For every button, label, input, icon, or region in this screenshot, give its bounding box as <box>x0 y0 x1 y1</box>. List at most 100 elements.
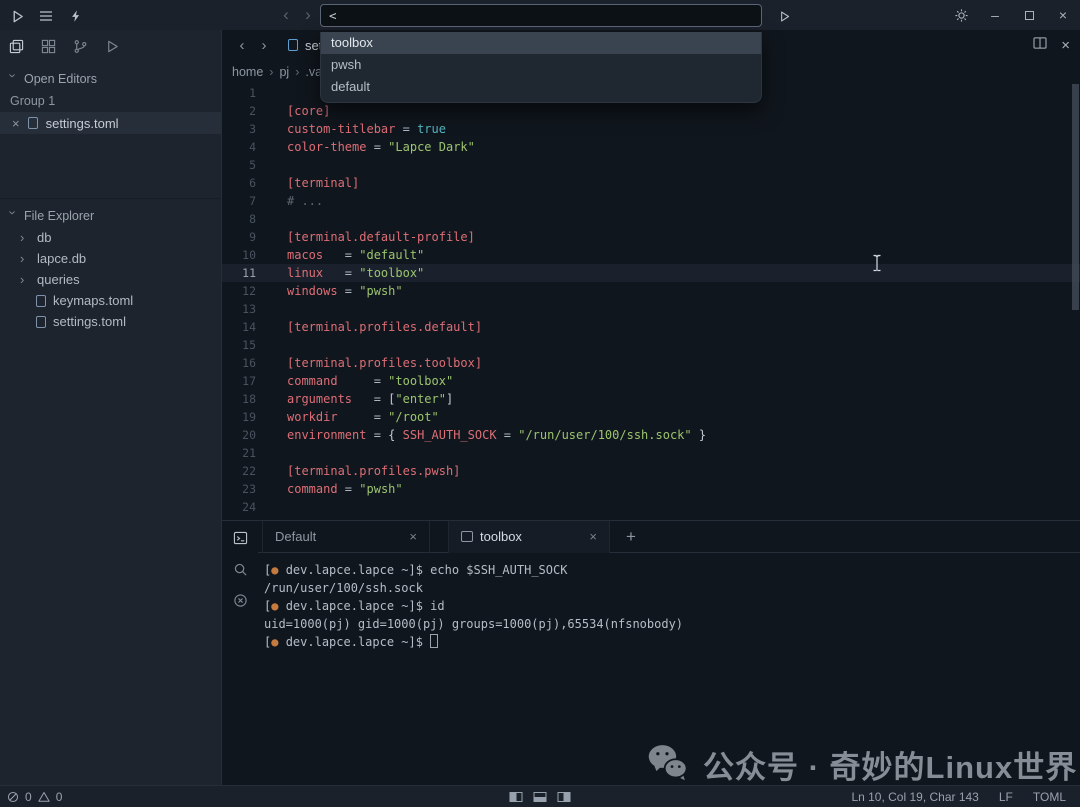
line-number: 1 <box>222 84 264 102</box>
code-line[interactable]: 15 <box>222 336 1080 354</box>
code-line[interactable]: 18arguments = ["enter"] <box>222 390 1080 408</box>
back-icon[interactable]: ‹ <box>234 35 250 57</box>
line-ending[interactable]: LF <box>999 790 1013 804</box>
terminal-panel-icon[interactable] <box>231 529 249 547</box>
close-icon[interactable]: × <box>12 116 20 131</box>
code-line-content: color-theme = "Lapce Dark" <box>264 138 475 156</box>
mouse-ibeam-cursor <box>872 254 882 277</box>
minimize-icon[interactable]: – <box>978 0 1012 30</box>
close-icon[interactable]: × <box>1046 0 1080 30</box>
terminal-line: [● dev.lapce.lapce ~]$ echo $SSH_AUTH_SO… <box>264 561 1080 579</box>
search-icon[interactable] <box>231 560 249 578</box>
palette-item[interactable]: pwsh <box>321 54 761 76</box>
code-line-content: arguments = ["enter"] <box>264 390 453 408</box>
code-line[interactable]: 3custom-titlebar = true <box>222 120 1080 138</box>
split-editor-icon[interactable] <box>1033 36 1047 54</box>
breadcrumb-item[interactable]: pj <box>279 65 289 79</box>
code-line[interactable]: 6[terminal] <box>222 174 1080 192</box>
code-line[interactable]: 20environment = { SSH_AUTH_SOCK = "/run/… <box>222 426 1080 444</box>
close-icon[interactable]: × <box>409 529 417 544</box>
line-number: 7 <box>222 192 264 210</box>
line-number: 8 <box>222 210 264 228</box>
settings-gear-icon[interactable] <box>944 0 978 30</box>
file-explorer-item[interactable]: settings.toml <box>0 311 221 332</box>
files-icon[interactable] <box>0 30 32 62</box>
code-line-content: macos = "default" <box>264 246 424 264</box>
code-line[interactable]: 14[terminal.profiles.default] <box>222 318 1080 336</box>
source-control-icon[interactable] <box>64 30 96 62</box>
command-palette-input[interactable] <box>320 4 762 27</box>
breadcrumb-item[interactable]: home <box>232 65 263 79</box>
debug-icon[interactable] <box>96 30 128 62</box>
code-line[interactable]: 21 <box>222 444 1080 462</box>
file-explorer-item[interactable]: ›lapce.db <box>0 248 221 269</box>
code-line[interactable]: 19workdir = "/root" <box>222 408 1080 426</box>
line-number: 17 <box>222 372 264 390</box>
close-icon[interactable]: × <box>589 529 597 544</box>
code-line[interactable]: 8 <box>222 210 1080 228</box>
terminal-line: /run/user/100/ssh.sock <box>264 579 1080 597</box>
scrollbar[interactable] <box>1072 84 1079 310</box>
watermark-text: 公众号 · 奇妙的Linux世界 <box>703 742 1077 787</box>
file-explorer-title: File Explorer <box>24 209 94 223</box>
code-line[interactable]: 10macos = "default" <box>222 246 1080 264</box>
code-line[interactable]: 23command = "pwsh" <box>222 480 1080 498</box>
open-editor-item-settings-toml[interactable]: × settings.toml <box>0 112 221 134</box>
terminal-tab-default[interactable]: Default × <box>262 521 430 553</box>
chevron-right-icon: › <box>20 230 30 245</box>
file-explorer-item[interactable]: keymaps.toml <box>0 290 221 311</box>
problems-icon[interactable] <box>231 591 249 609</box>
code-line[interactable]: 11linux = "toolbox" <box>222 264 1080 282</box>
toggle-left-panel-icon[interactable] <box>510 792 523 802</box>
terminal-tab-toolbox[interactable]: toolbox × <box>448 521 610 553</box>
toggle-right-panel-icon[interactable] <box>558 792 571 802</box>
palette-item[interactable]: toolbox <box>321 32 761 54</box>
chevron-right-icon: › <box>20 272 30 287</box>
new-terminal-icon[interactable]: + <box>626 528 636 545</box>
file-name: settings.toml <box>53 314 126 329</box>
forward-icon[interactable]: › <box>256 35 272 57</box>
code-line[interactable]: 13 <box>222 300 1080 318</box>
code-line[interactable]: 17command = "toolbox" <box>222 372 1080 390</box>
file-explorer-item[interactable]: › queries <box>0 269 221 290</box>
problems-summary[interactable]: 0 0 <box>0 790 62 804</box>
line-number: 10 <box>222 246 264 264</box>
file-explorer-item[interactable]: ›db <box>0 227 221 248</box>
code-line[interactable]: 9[terminal.default-profile] <box>222 228 1080 246</box>
file-name: queries <box>37 272 80 287</box>
terminal-tab-label: toolbox <box>480 529 589 544</box>
line-number: 5 <box>222 156 264 174</box>
palette-item[interactable]: default <box>321 76 761 98</box>
forward-icon[interactable]: › <box>300 4 316 26</box>
code-line[interactable]: 2[core] <box>222 102 1080 120</box>
code-line[interactable]: 5 <box>222 156 1080 174</box>
close-icon[interactable]: × <box>1061 37 1070 54</box>
terminal-tab-label: Default <box>275 529 409 544</box>
code-line-content: [terminal] <box>264 174 359 192</box>
run-icon[interactable] <box>775 7 793 25</box>
back-icon[interactable]: ‹ <box>278 4 294 26</box>
language-mode[interactable]: TOML <box>1033 790 1066 804</box>
file-icon <box>36 295 46 307</box>
code-line[interactable]: 22[terminal.profiles.pwsh] <box>222 462 1080 480</box>
extensions-icon[interactable] <box>32 30 64 62</box>
code-line[interactable]: 16[terminal.profiles.toolbox] <box>222 354 1080 372</box>
watermark: 公众号 · 奇妙的Linux世界 <box>645 738 1077 790</box>
code-editor[interactable]: 12[core]3custom-titlebar = true4color-th… <box>222 84 1080 520</box>
toggle-bottom-panel-icon[interactable] <box>534 792 547 802</box>
maximize-icon[interactable] <box>1012 0 1046 30</box>
menu-icon[interactable] <box>37 7 55 25</box>
code-line[interactable]: 12windows = "pwsh" <box>222 282 1080 300</box>
code-line-content: [core] <box>264 102 330 120</box>
terminal-output[interactable]: [● dev.lapce.lapce ~]$ echo $SSH_AUTH_SO… <box>258 553 1080 651</box>
code-line-content <box>264 498 287 516</box>
open-editors-header[interactable]: › Open Editors <box>0 62 221 90</box>
cursor-position[interactable]: Ln 10, Col 19, Char 143 <box>851 790 978 804</box>
code-line[interactable]: 7# ... <box>222 192 1080 210</box>
remote-connection-icon[interactable] <box>67 7 85 25</box>
palette-dropdown: toolboxpwshdefault <box>320 32 762 103</box>
code-line[interactable]: 24 <box>222 498 1080 516</box>
file-explorer-header[interactable]: › File Explorer <box>0 199 221 227</box>
code-line[interactable]: 4color-theme = "Lapce Dark" <box>222 138 1080 156</box>
lapce-logo-icon <box>8 7 26 25</box>
